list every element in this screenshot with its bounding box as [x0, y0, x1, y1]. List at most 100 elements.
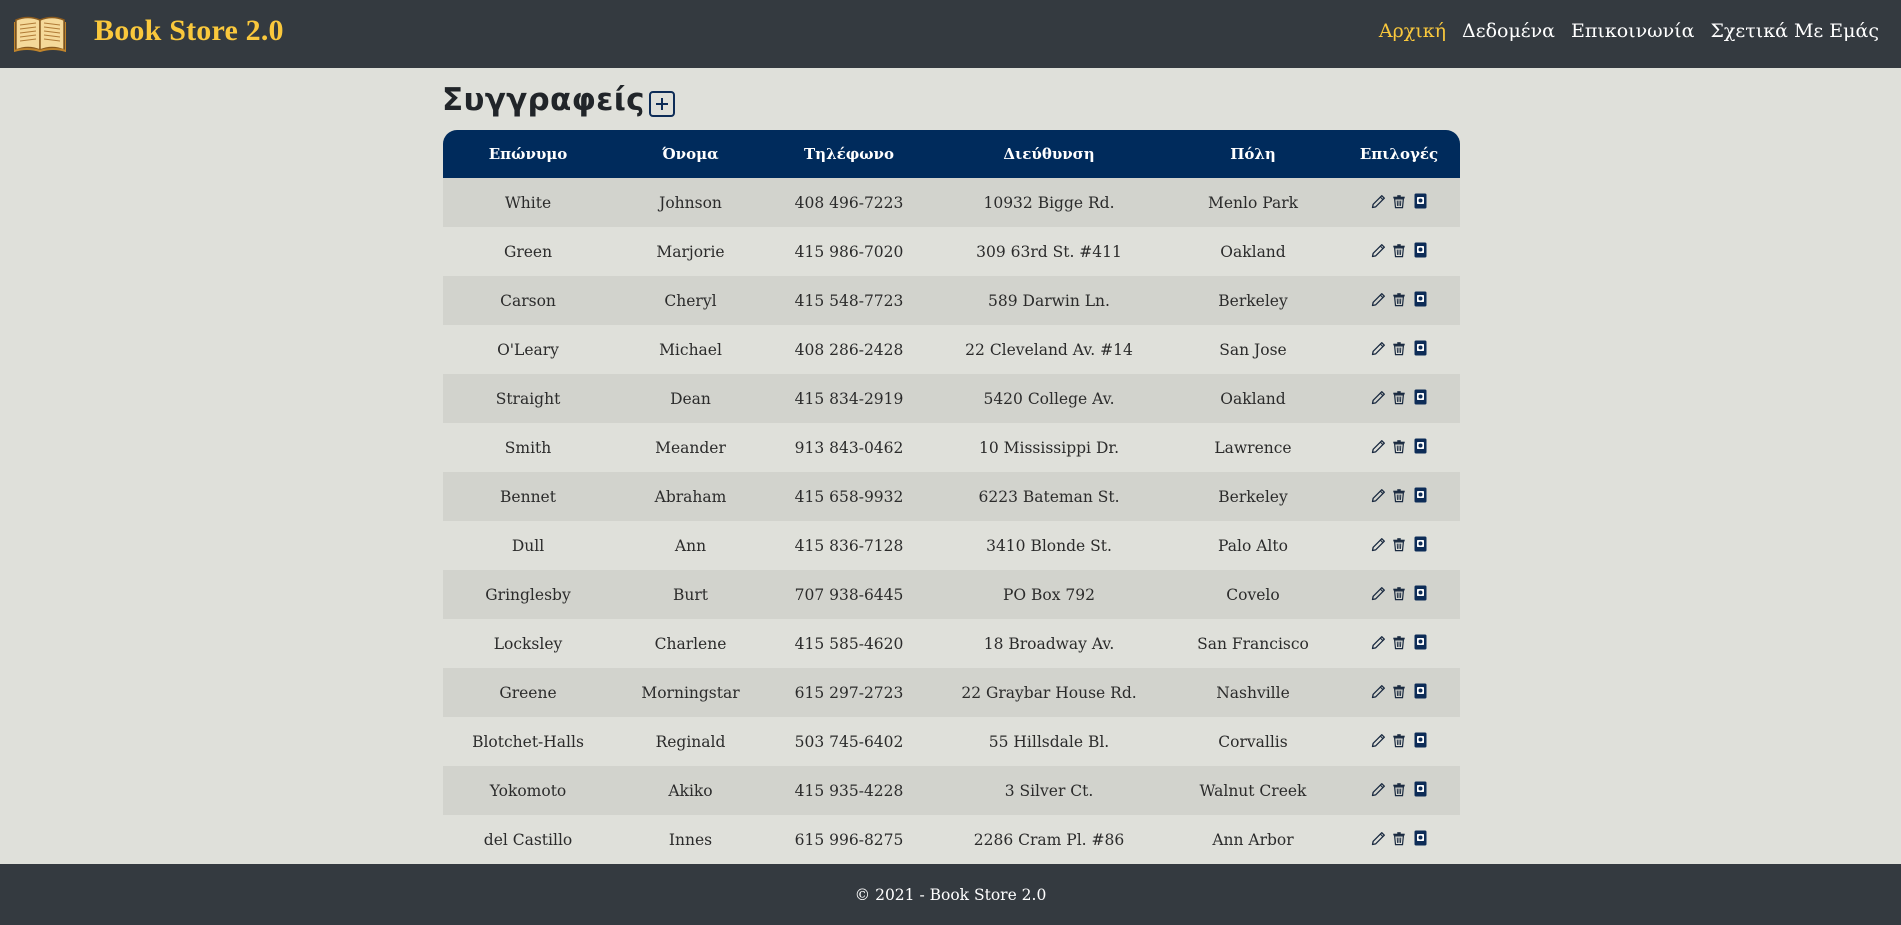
cell-firstname: Reginald	[655, 732, 726, 751]
plus-square-icon	[656, 98, 668, 110]
cell-address: PO Box 792	[1002, 585, 1096, 604]
cell-address: 6223 Bateman St.	[978, 487, 1120, 506]
pencil-icon[interactable]	[1370, 437, 1387, 455]
authors-table-container: Επώνυμο Όνομα Τηλέφωνο Διεύθυνση Πόλη Επ…	[443, 130, 1460, 864]
book-icon[interactable]	[1412, 290, 1429, 308]
table-row: White Johnson 408 496-7223 10932 Bigge Rd. M…	[443, 178, 1460, 227]
cell-firstname: Johnson	[659, 193, 722, 212]
cell-firstname: Innes	[668, 830, 713, 849]
book-icon[interactable]	[1412, 339, 1429, 357]
cell-address: 18 Broadway Av.	[983, 634, 1115, 653]
pencil-icon[interactable]	[1370, 535, 1387, 553]
nav-link-data[interactable]: Δεδομένα	[1462, 20, 1555, 42]
cell-firstname: Akiko	[668, 781, 713, 800]
pencil-icon[interactable]	[1370, 584, 1387, 602]
trash-icon[interactable]	[1391, 535, 1408, 553]
cell-phone: 415 658-9932	[794, 487, 904, 506]
cell-city: Berkeley	[1218, 291, 1288, 310]
row-actions	[1370, 339, 1429, 357]
brand-title[interactable]: Book Store 2.0	[94, 14, 284, 48]
book-icon[interactable]	[1412, 731, 1429, 749]
trash-icon[interactable]	[1391, 584, 1408, 602]
pencil-icon[interactable]	[1370, 633, 1387, 651]
book-icon[interactable]	[1412, 584, 1429, 602]
column-header-lastname[interactable]: Επώνυμο	[443, 130, 613, 178]
book-icon[interactable]	[1412, 388, 1429, 406]
nav-link-home[interactable]: Αρχική	[1379, 20, 1446, 42]
trash-icon[interactable]	[1391, 339, 1408, 357]
cell-address: 589 Darwin Ln.	[988, 291, 1110, 310]
trash-icon[interactable]	[1391, 437, 1408, 455]
book-icon[interactable]	[1412, 437, 1429, 455]
cell-firstname: Michael	[659, 340, 722, 359]
cell-firstname: Ann	[674, 536, 707, 555]
cell-phone: 615 996-8275	[794, 830, 904, 849]
row-actions	[1370, 290, 1429, 308]
trash-icon[interactable]	[1391, 780, 1408, 798]
cell-firstname: Cheryl	[664, 291, 717, 310]
trash-icon[interactable]	[1391, 829, 1408, 847]
book-icon[interactable]	[1412, 241, 1429, 259]
trash-icon[interactable]	[1391, 633, 1408, 651]
book-icon[interactable]	[1412, 633, 1429, 651]
cell-lastname: O'Leary	[497, 340, 559, 359]
column-header-firstname[interactable]: Όνομα	[613, 130, 768, 178]
table-header-row: Επώνυμο Όνομα Τηλέφωνο Διεύθυνση Πόλη Επ…	[443, 130, 1460, 178]
pencil-icon[interactable]	[1370, 290, 1387, 308]
table-row: del Castillo Innes 615 996-8275 2286 Cram P…	[443, 815, 1460, 864]
nav-link-about[interactable]: Σχετικά Με Εμάς	[1710, 20, 1879, 42]
trash-icon[interactable]	[1391, 486, 1408, 504]
table-row: Greene Morningstar 615 297-2723 22 Graybar …	[443, 668, 1460, 717]
row-actions	[1370, 633, 1429, 651]
pencil-icon[interactable]	[1370, 388, 1387, 406]
cell-city: San Jose	[1219, 340, 1287, 359]
row-actions	[1370, 535, 1429, 553]
row-actions	[1370, 437, 1429, 455]
column-header-city[interactable]: Πόλη	[1168, 130, 1338, 178]
cell-firstname: Meander	[655, 438, 726, 457]
pencil-icon[interactable]	[1370, 241, 1387, 259]
pencil-icon[interactable]	[1370, 731, 1387, 749]
pencil-icon[interactable]	[1370, 486, 1387, 504]
pencil-icon[interactable]	[1370, 339, 1387, 357]
cell-city: Berkeley	[1218, 487, 1288, 506]
trash-icon[interactable]	[1391, 192, 1408, 210]
column-header-phone[interactable]: Τηλέφωνο	[768, 130, 930, 178]
open-book-icon[interactable]	[14, 12, 66, 52]
pencil-icon[interactable]	[1370, 780, 1387, 798]
trash-icon[interactable]	[1391, 388, 1408, 406]
book-icon[interactable]	[1412, 682, 1429, 700]
row-actions	[1370, 192, 1429, 210]
pencil-icon[interactable]	[1370, 829, 1387, 847]
book-icon[interactable]	[1412, 535, 1429, 553]
cell-phone: 415 935-4228	[794, 781, 904, 800]
trash-icon[interactable]	[1391, 682, 1408, 700]
table-body: White Johnson 408 496-7223 10932 Bigge Rd. M…	[443, 178, 1460, 864]
table-row: Blotchet-Halls Reginald 503 745-6402 55 Hil…	[443, 717, 1460, 766]
cell-city: Lawrence	[1214, 438, 1292, 457]
add-author-button[interactable]	[649, 91, 675, 117]
book-icon[interactable]	[1412, 829, 1429, 847]
cell-phone: 415 834-2919	[794, 389, 904, 408]
trash-icon[interactable]	[1391, 241, 1408, 259]
cell-actions	[1338, 423, 1460, 472]
trash-icon[interactable]	[1391, 731, 1408, 749]
nav-link-contact[interactable]: Επικοινωνία	[1571, 20, 1694, 42]
cell-firstname: Charlene	[654, 634, 727, 653]
cell-firstname: Dean	[670, 389, 711, 408]
row-actions	[1370, 682, 1429, 700]
cell-lastname: Dull	[511, 536, 545, 555]
cell-city: Walnut Creek	[1199, 781, 1307, 800]
book-icon[interactable]	[1412, 486, 1429, 504]
book-icon[interactable]	[1412, 780, 1429, 798]
column-header-address[interactable]: Διεύθυνση	[930, 130, 1168, 178]
cell-firstname: Marjorie	[656, 242, 725, 261]
cell-address: 2286 Cram Pl. #86	[973, 830, 1125, 849]
book-icon[interactable]	[1412, 192, 1429, 210]
trash-icon[interactable]	[1391, 290, 1408, 308]
row-actions	[1370, 241, 1429, 259]
pencil-icon[interactable]	[1370, 682, 1387, 700]
cell-phone: 415 548-7723	[794, 291, 904, 310]
cell-lastname: Carson	[500, 291, 556, 310]
pencil-icon[interactable]	[1370, 192, 1387, 210]
